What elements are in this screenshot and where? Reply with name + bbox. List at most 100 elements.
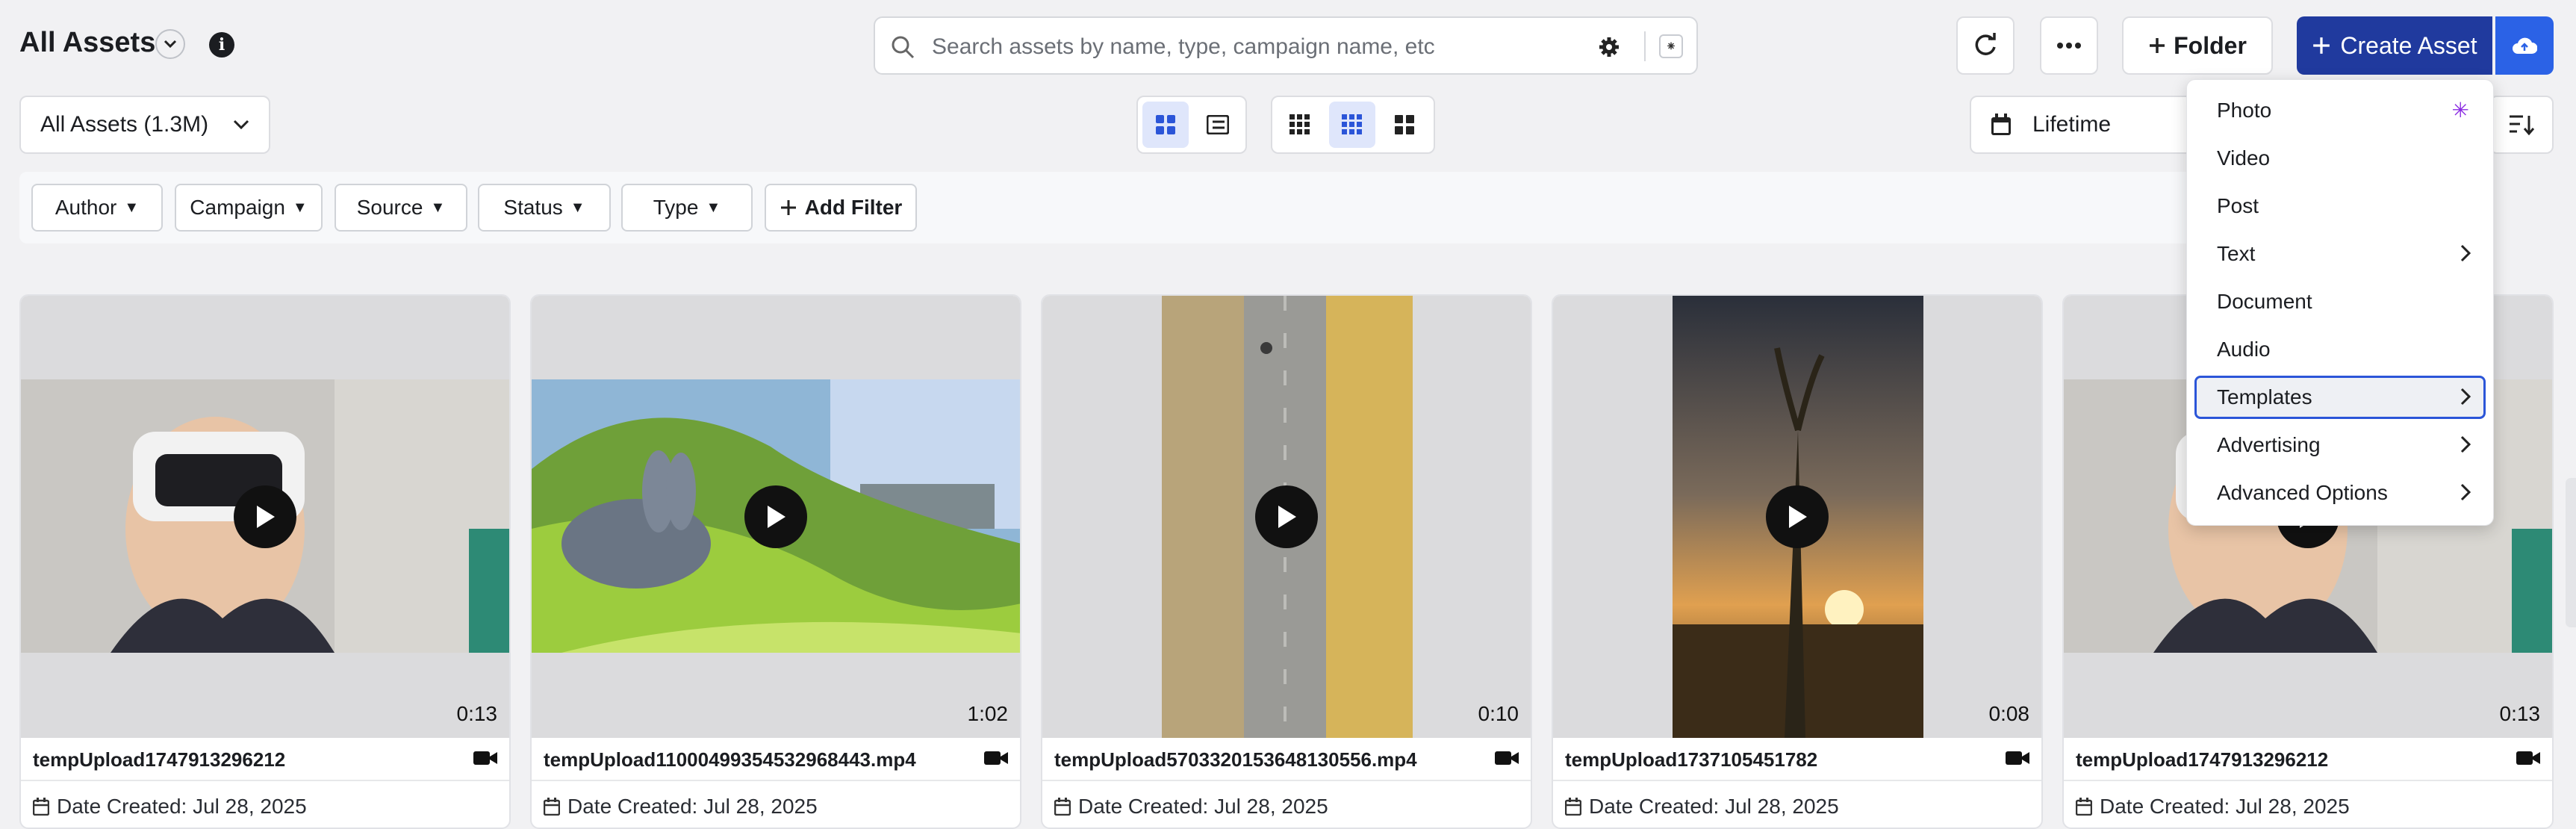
menu-item-label: Document xyxy=(2217,290,2312,313)
menu-item-text[interactable]: Text xyxy=(2194,232,2486,276)
menu-item-templates[interactable]: Templates xyxy=(2194,376,2486,419)
card-divider xyxy=(1553,780,2041,781)
chevron-down-icon xyxy=(164,40,177,49)
ai-search-icon[interactable]: ⁕ xyxy=(1659,34,1683,58)
menu-item-advanced-options[interactable]: Advanced Options xyxy=(2194,471,2486,515)
scrollbar-track[interactable] xyxy=(2566,478,2576,627)
asset-thumbnail[interactable]: 0:10 xyxy=(1042,296,1531,738)
create-asset-button[interactable]: Create Asset xyxy=(2297,16,2492,75)
add-filter-button[interactable]: Add Filter xyxy=(765,184,917,232)
chevron-right-icon xyxy=(2460,244,2471,262)
medium-grid-button[interactable] xyxy=(1329,102,1375,148)
asset-card[interactable]: 1:02 tempUpload11000499354532968443.mp4 … xyxy=(530,294,1021,829)
asset-card[interactable]: 0:13 tempUpload1747913296212 Date Create… xyxy=(19,294,511,829)
menu-item-label: Text xyxy=(2217,242,2256,265)
asset-date: Date Created: Jul 28, 2025 xyxy=(1054,795,1328,819)
caret-down-icon: ▼ xyxy=(706,199,721,216)
play-icon xyxy=(768,506,785,528)
caret-down-icon: ▼ xyxy=(570,199,585,216)
play-button[interactable] xyxy=(744,485,807,548)
calendar-icon xyxy=(2076,798,2092,816)
filter-source[interactable]: Source ▼ xyxy=(335,184,467,232)
menu-item-audio[interactable]: Audio xyxy=(2194,328,2486,371)
list-view-icon xyxy=(1207,115,1229,134)
asset-date: Date Created: Jul 28, 2025 xyxy=(544,795,818,819)
asset-date: Date Created: Jul 28, 2025 xyxy=(1565,795,1839,819)
asset-date-text: Date Created: Jul 28, 2025 xyxy=(1078,795,1328,818)
asset-name[interactable]: tempUpload1747913296212 xyxy=(33,748,285,771)
filter-campaign[interactable]: Campaign ▼ xyxy=(175,184,323,232)
grid-layout-button[interactable] xyxy=(1142,102,1189,148)
search-input[interactable]: Search assets by name, type, campaign na… xyxy=(932,34,1435,60)
asset-card[interactable]: 0:10 tempUpload5703320153648130556.mp4 D… xyxy=(1041,294,1532,829)
asset-thumbnail[interactable]: 0:13 xyxy=(21,296,509,738)
asset-thumbnail[interactable]: 0:08 xyxy=(1553,296,2041,738)
upload-button[interactable] xyxy=(2495,16,2554,75)
asset-name[interactable]: tempUpload11000499354532968443.mp4 xyxy=(544,748,916,771)
info-icon[interactable]: i xyxy=(209,32,234,58)
menu-item-label: Post xyxy=(2217,194,2259,217)
menu-item-document[interactable]: Document xyxy=(2194,280,2486,323)
play-button[interactable] xyxy=(234,485,296,548)
ai-sparkle-icon: ✳ xyxy=(2451,99,2469,122)
video-duration: 1:02 xyxy=(967,702,1009,725)
folder-button[interactable]: Folder xyxy=(2122,16,2273,75)
asset-thumbnail[interactable]: 1:02 xyxy=(532,296,1020,738)
more-options-button[interactable] xyxy=(2040,16,2098,75)
asset-card[interactable]: 0:08 tempUpload1737105451782 Date Create… xyxy=(1552,294,2043,829)
gear-icon[interactable] xyxy=(1598,36,1620,58)
video-duration: 0:08 xyxy=(1988,702,2030,725)
large-grid-icon xyxy=(1395,115,1414,134)
video-camera-icon xyxy=(473,751,497,765)
play-button[interactable] xyxy=(1766,485,1829,548)
play-icon xyxy=(257,506,275,528)
card-divider xyxy=(532,780,1020,781)
asset-date-text: Date Created: Jul 28, 2025 xyxy=(567,795,818,818)
search-icon xyxy=(892,36,915,59)
card-divider xyxy=(2064,780,2552,781)
filter-label: Type xyxy=(653,196,699,219)
refresh-button[interactable] xyxy=(1956,16,2015,75)
asset-name[interactable]: tempUpload1747913296212 xyxy=(2076,748,2328,771)
assets-scope-select[interactable]: All Assets (1.3M) xyxy=(19,96,270,154)
cloud-upload-icon xyxy=(2513,37,2537,54)
chevron-right-icon xyxy=(2460,435,2471,453)
title-dropdown-button[interactable] xyxy=(155,29,185,59)
menu-item-photo[interactable]: Photo ✳ xyxy=(2194,89,2486,132)
filter-author[interactable]: Author ▼ xyxy=(31,184,163,232)
filter-status[interactable]: Status ▼ xyxy=(478,184,611,232)
filter-label: Campaign xyxy=(190,196,285,219)
filter-label: Source xyxy=(356,196,423,219)
search-bar[interactable]: Search assets by name, type, campaign na… xyxy=(874,16,1698,75)
grid-view-icon xyxy=(1156,115,1175,134)
create-asset-label: Create Asset xyxy=(2340,31,2477,59)
caret-down-icon: ▼ xyxy=(124,199,140,216)
sort-button[interactable] xyxy=(2489,96,2554,154)
menu-item-label: Advertising xyxy=(2217,433,2321,456)
filter-bar: Author ▼ Campaign ▼ Source ▼ Status ▼ Type ▼ … xyxy=(19,172,2476,243)
asset-name[interactable]: tempUpload5703320153648130556.mp4 xyxy=(1054,748,1417,771)
list-layout-button[interactable] xyxy=(1195,102,1241,148)
menu-item-label: Photo xyxy=(2217,99,2272,122)
menu-item-label: Templates xyxy=(2217,385,2312,409)
menu-item-label: Advanced Options xyxy=(2217,481,2388,504)
asset-name[interactable]: tempUpload1737105451782 xyxy=(1565,748,1817,771)
chevron-right-icon xyxy=(2460,483,2471,501)
large-grid-button[interactable] xyxy=(1381,102,1428,148)
filter-label: Author xyxy=(55,196,117,219)
date-range-value: Lifetime xyxy=(2032,112,2112,137)
folder-button-label: Folder xyxy=(2174,31,2247,59)
more-horizontal-icon xyxy=(2057,43,2081,49)
filter-type[interactable]: Type ▼ xyxy=(621,184,753,232)
play-button[interactable] xyxy=(1255,485,1318,548)
menu-item-video[interactable]: Video xyxy=(2194,137,2486,180)
menu-item-advertising[interactable]: Advertising xyxy=(2194,423,2486,467)
date-range-select[interactable]: Lifetime xyxy=(1970,96,2194,154)
video-camera-icon xyxy=(2006,751,2029,765)
density-toggle-group xyxy=(1271,96,1435,154)
small-grid-icon xyxy=(1289,114,1310,134)
plus-icon xyxy=(2313,37,2330,54)
small-grid-button[interactable] xyxy=(1277,102,1323,148)
menu-item-post[interactable]: Post xyxy=(2194,184,2486,228)
refresh-icon xyxy=(1975,33,1996,55)
